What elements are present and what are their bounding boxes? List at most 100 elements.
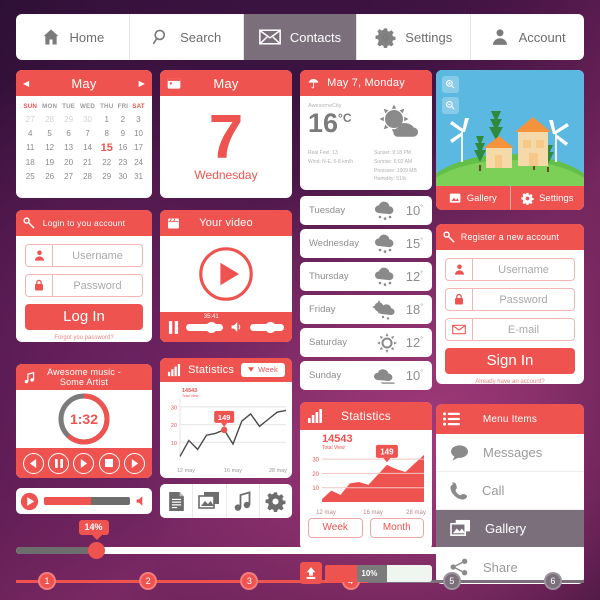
nav-item-account[interactable]: Account (471, 14, 584, 60)
step-dot[interactable]: 2 (139, 572, 158, 590)
calendar-day[interactable]: 7 (77, 126, 97, 139)
calendar-day[interactable]: 13 (60, 140, 78, 156)
forecast-temp: 18° (405, 302, 423, 317)
forecast-row[interactable]: Tuesday 10° (300, 196, 432, 225)
step-dot[interactable]: 6 (543, 572, 562, 590)
calendar-day[interactable]: 28 (77, 170, 97, 183)
calendar-day[interactable]: 12 (39, 140, 59, 156)
calendar-day[interactable]: 10 (130, 126, 147, 139)
play-button[interactable] (73, 452, 95, 474)
calendar-day[interactable]: 24 (130, 156, 147, 169)
step-dot[interactable]: 1 (38, 572, 56, 590)
calendar-day[interactable]: 17 (130, 140, 147, 156)
range-dropdown[interactable]: Week (241, 362, 285, 378)
calendar-day[interactable]: 26 (39, 170, 59, 183)
calendar-day[interactable]: 21 (77, 156, 97, 169)
calendar-day[interactable]: 29 (98, 170, 116, 183)
video-screen[interactable] (160, 236, 292, 312)
register-submit-button[interactable]: Sign In (445, 348, 575, 374)
calendar-day[interactable]: 1 (98, 113, 116, 126)
tab-week[interactable]: Week (308, 518, 363, 538)
volume-icon[interactable] (135, 495, 148, 507)
calendar-day[interactable]: 30 (116, 170, 130, 183)
calendar-day[interactable]: 29 (60, 113, 78, 126)
nav-item-home[interactable]: Home (16, 14, 130, 60)
calendar-day[interactable]: 8 (98, 126, 116, 139)
settings-button[interactable] (260, 484, 292, 518)
video-volume-knob[interactable] (265, 321, 277, 333)
calendar-day[interactable]: 30 (77, 113, 97, 126)
menu-item-call[interactable]: Call (436, 472, 584, 510)
calendar-day[interactable]: 31 (130, 170, 147, 183)
calendar-day[interactable]: 27 (21, 113, 39, 126)
login-submit-button[interactable]: Log In (25, 304, 143, 330)
video-progress-bar[interactable]: 35:41 (186, 314, 223, 333)
username-field[interactable]: Username (25, 244, 143, 267)
nav-item-label: Settings (405, 29, 453, 45)
tab-month[interactable]: Month (369, 518, 424, 538)
calendar-day[interactable]: 9 (116, 126, 130, 139)
video-volume-bar[interactable] (250, 321, 284, 333)
calendar-day[interactable]: 14 (77, 140, 97, 156)
forgot-password-link[interactable]: Forgot you password? (25, 335, 143, 341)
calendar-day[interactable]: 25 (21, 170, 39, 183)
mini-progress-bar[interactable] (44, 497, 130, 505)
settings-button[interactable]: Settings (511, 186, 585, 210)
password-field[interactable]: Password (25, 274, 143, 297)
forecast-row[interactable]: Thursday 12° (300, 262, 432, 291)
play-button[interactable] (198, 246, 254, 302)
calendar-day[interactable]: 3 (130, 113, 147, 126)
step-dot[interactable]: 5 (442, 572, 461, 590)
forecast-row[interactable]: Wednesday 15° (300, 229, 432, 258)
stop-button[interactable] (98, 452, 120, 474)
calendar-day[interactable]: 27 (60, 170, 78, 183)
nav-item-settings[interactable]: Settings (357, 14, 472, 60)
prev-button[interactable] (23, 452, 45, 474)
have-account-link[interactable]: Already have an account? (445, 379, 575, 384)
register-username-field[interactable]: Username (445, 258, 575, 281)
calendar-day[interactable]: 22 (98, 156, 116, 169)
calendar-day[interactable]: 16 (116, 140, 130, 156)
volume-icon[interactable] (230, 321, 243, 333)
calendar-day[interactable]: 20 (60, 156, 78, 169)
menu-item-messages[interactable]: Messages (436, 434, 584, 472)
zoom-out-button[interactable] (442, 97, 459, 114)
calendar-next-button[interactable]: ▶ (139, 79, 145, 88)
calendar-day[interactable]: 6 (60, 126, 78, 139)
document-button[interactable] (160, 484, 194, 518)
play-button[interactable] (20, 492, 39, 511)
music-button[interactable] (227, 484, 260, 518)
register-email-field[interactable]: E-mail (445, 318, 575, 341)
calendar-day[interactable]: 28 (39, 113, 59, 126)
calendar-day[interactable]: 2 (116, 113, 130, 126)
forecast-row[interactable]: Friday 18° (300, 295, 432, 324)
percentage-slider[interactable]: 14% (16, 520, 584, 559)
gallery-button[interactable] (193, 484, 227, 518)
gallery-button[interactable]: Gallery (436, 186, 511, 210)
calendar-day[interactable]: 18 (21, 156, 39, 169)
step-dot[interactable]: 3 (240, 572, 259, 590)
zoom-in-button[interactable] (442, 76, 459, 93)
calendar-day[interactable]: 11 (21, 140, 39, 156)
weather-temp-unit: °C (338, 111, 352, 125)
forecast-row[interactable]: Sunday 10° (300, 361, 432, 390)
video-progress-knob[interactable] (206, 321, 218, 333)
music-note-icon (233, 491, 252, 511)
upload-button[interactable] (300, 562, 322, 584)
calendar-day[interactable]: 23 (116, 156, 130, 169)
next-button[interactable] (123, 452, 145, 474)
calendar-day[interactable]: 19 (39, 156, 59, 169)
calendar-day[interactable]: 15 (98, 140, 116, 156)
slider-knob[interactable] (87, 542, 105, 559)
menu-item-gallery[interactable]: Gallery (436, 510, 584, 548)
rain-cloud-icon (372, 201, 398, 221)
pause-button[interactable] (168, 320, 179, 334)
register-password-field[interactable]: Password (445, 288, 575, 311)
forecast-row[interactable]: Saturday 12° (300, 328, 432, 357)
pause-button[interactable] (48, 452, 70, 474)
calendar-day[interactable]: 5 (39, 126, 59, 139)
nav-item-contacts[interactable]: Contacts (243, 14, 358, 60)
y-tick: 30 (312, 458, 319, 464)
calendar-day[interactable]: 4 (21, 126, 39, 139)
nav-item-search[interactable]: Search (130, 14, 244, 60)
